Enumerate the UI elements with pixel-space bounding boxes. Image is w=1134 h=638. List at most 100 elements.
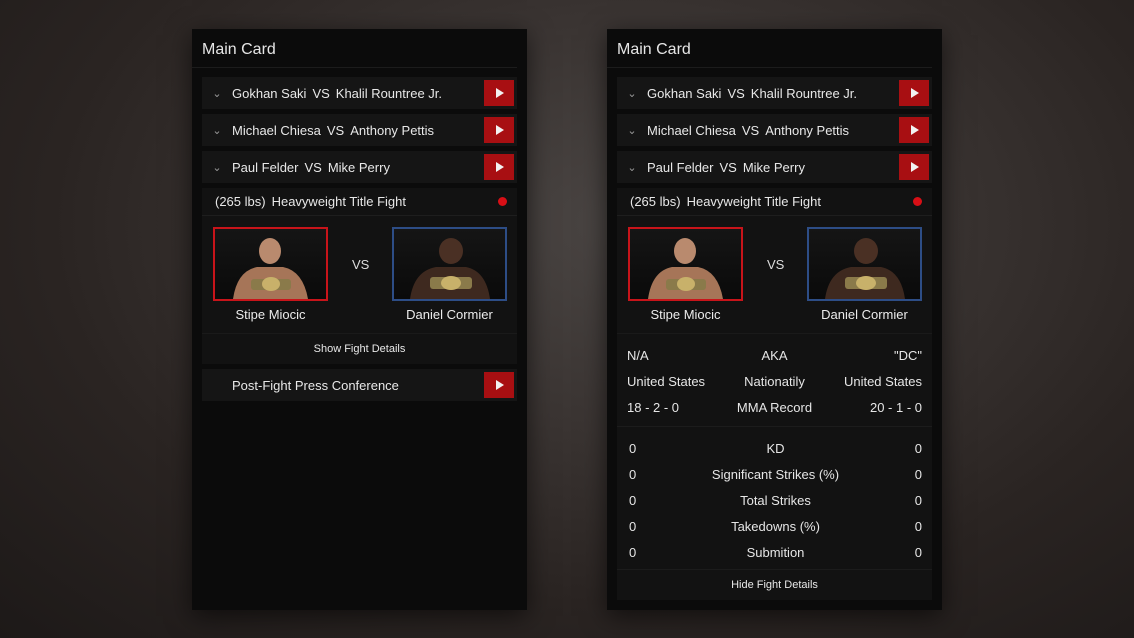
- chevron-down-icon[interactable]: ⌄: [617, 87, 647, 100]
- stat-label: Total Strikes: [740, 492, 811, 508]
- fight-row[interactable]: ⌄ Michael Chiesa VS Anthony Pettis: [617, 114, 932, 146]
- chevron-down-icon[interactable]: ⌄: [202, 161, 232, 174]
- red-fighter-photo[interactable]: [628, 227, 743, 301]
- vs-label: VS: [312, 85, 330, 101]
- stat-row: 0 Submition 0: [629, 539, 922, 565]
- live-indicator-dot: [913, 197, 922, 206]
- play-icon: [496, 125, 504, 135]
- fight-row[interactable]: ⌄ Michael Chiesa VS Anthony Pettis: [202, 114, 517, 146]
- play-button[interactable]: [899, 117, 929, 143]
- play-icon: [911, 162, 919, 172]
- blue-value: "DC": [893, 347, 922, 363]
- blue-value: 0: [914, 518, 922, 534]
- stat-label: Significant Strikes (%): [711, 466, 840, 482]
- press-conference-row[interactable]: Post-Fight Press Conference: [202, 369, 517, 401]
- play-icon: [496, 380, 504, 390]
- stat-label: Submition: [746, 544, 805, 560]
- weight-class: (265 lbs): [630, 194, 681, 209]
- blue-fighter-photo[interactable]: [392, 227, 507, 301]
- stat-row: 0 Takedowns (%) 0: [629, 513, 922, 539]
- red-fighter-name: Michael Chiesa: [647, 122, 736, 138]
- fight-row[interactable]: ⌄ Paul Felder VS Mike Perry: [617, 151, 932, 183]
- show-fight-details-button[interactable]: Show Fight Details: [202, 334, 517, 364]
- red-value: United States: [627, 373, 706, 389]
- panel-title: Main Card: [607, 29, 932, 68]
- featured-fight-header: (265 lbs) Heavyweight Title Fight: [202, 188, 517, 216]
- weight-class: (265 lbs): [215, 194, 266, 209]
- vs-label: VS: [326, 122, 345, 138]
- red-fighter-name: Gokhan Saki: [647, 85, 722, 101]
- chevron-down-icon[interactable]: ⌄: [617, 124, 647, 137]
- chevron-down-icon[interactable]: ⌄: [617, 161, 647, 174]
- blue-fighter-name: Khalil Rountree Jr.: [335, 85, 443, 101]
- main-card-panel-collapsed: Main Card ⌄ Gokhan Saki VS Khalil Rountr…: [192, 29, 527, 610]
- blue-fighter-name: Anthony Pettis: [350, 122, 435, 138]
- panel-title: Main Card: [192, 29, 517, 68]
- play-button[interactable]: [899, 154, 929, 180]
- fighter-silhouette-icon: [648, 238, 723, 299]
- red-fighter-photo[interactable]: [213, 227, 328, 301]
- blue-value: 20 - 1 - 0: [869, 399, 922, 415]
- hide-fight-details-button[interactable]: Hide Fight Details: [617, 570, 932, 600]
- live-indicator-dot: [498, 197, 507, 206]
- play-icon: [496, 162, 504, 172]
- vs-label: VS: [727, 85, 745, 101]
- blue-fighter-name: Daniel Cormier: [406, 307, 493, 322]
- red-fighter-name: Paul Felder: [647, 159, 714, 175]
- press-conference-label: Post-Fight Press Conference: [232, 377, 399, 393]
- chevron-down-icon[interactable]: ⌄: [202, 87, 232, 100]
- vs-label: VS: [352, 257, 370, 272]
- red-value: 0: [629, 492, 637, 508]
- vs-label: VS: [304, 159, 322, 175]
- vs-label: VS: [767, 257, 785, 272]
- info-label: Nationatily: [744, 373, 805, 389]
- chevron-down-icon[interactable]: ⌄: [202, 124, 232, 137]
- fight-stats-table: 0 KD 0 0 Significant Strikes (%) 0 0 Tot…: [617, 427, 932, 570]
- play-button[interactable]: [899, 80, 929, 106]
- red-fighter-name: Stipe Miocic: [650, 307, 721, 322]
- info-row: 18 - 2 - 0 MMA Record 20 - 1 - 0: [627, 394, 922, 420]
- fighter-silhouette-icon: [233, 238, 308, 299]
- fight-row[interactable]: ⌄ Gokhan Saki VS Khalil Rountree Jr.: [617, 77, 932, 109]
- play-icon: [911, 88, 919, 98]
- fighter-silhouette-icon: [410, 238, 490, 299]
- play-button[interactable]: [484, 372, 514, 398]
- fighter-matchup: VS Stipe Miocic Daniel Cormier: [202, 216, 517, 334]
- stat-row: 0 Total Strikes 0: [629, 487, 922, 513]
- play-button[interactable]: [484, 117, 514, 143]
- play-button[interactable]: [484, 154, 514, 180]
- fight-row[interactable]: ⌄ Gokhan Saki VS Khalil Rountree Jr.: [202, 77, 517, 109]
- info-label: MMA Record: [736, 399, 813, 415]
- stat-label: KD: [766, 440, 785, 456]
- bout-title: Heavyweight Title Fight: [271, 194, 406, 209]
- featured-fight: (265 lbs) Heavyweight Title Fight VS Sti…: [617, 188, 932, 600]
- blue-fighter-name: Anthony Pettis: [765, 122, 850, 138]
- blue-value: United States: [843, 373, 922, 389]
- vs-label: VS: [719, 159, 737, 175]
- blue-fighter-name: Khalil Rountree Jr.: [750, 85, 858, 101]
- bout-title: Heavyweight Title Fight: [686, 194, 821, 209]
- red-fighter-name: Stipe Miocic: [235, 307, 306, 322]
- fighter-info-table: N/A AKA "DC" United States Nationatily U…: [617, 334, 932, 427]
- red-value: 0: [629, 544, 637, 560]
- main-card-panel-expanded: Main Card ⌄ Gokhan Saki VS Khalil Rountr…: [607, 29, 942, 610]
- fight-row[interactable]: ⌄ Paul Felder VS Mike Perry: [202, 151, 517, 183]
- red-value: 0: [629, 518, 637, 534]
- fighter-matchup: VS Stipe Miocic Daniel Cormier: [617, 216, 932, 334]
- info-row: United States Nationatily United States: [627, 368, 922, 394]
- info-row: N/A AKA "DC": [627, 342, 922, 368]
- stat-row: 0 Significant Strikes (%) 0: [629, 461, 922, 487]
- red-value: N/A: [627, 347, 649, 363]
- info-label: AKA: [761, 347, 788, 363]
- red-fighter-name: Gokhan Saki: [232, 85, 307, 101]
- blue-fighter-photo[interactable]: [807, 227, 922, 301]
- featured-fight: (265 lbs) Heavyweight Title Fight VS Sti…: [202, 188, 517, 364]
- red-fighter-name: Paul Felder: [232, 159, 299, 175]
- play-icon: [911, 125, 919, 135]
- stat-label: Takedowns (%): [731, 518, 820, 534]
- stat-row: 0 KD 0: [629, 435, 922, 461]
- blue-fighter-name: Mike Perry: [327, 159, 390, 175]
- featured-fight-header: (265 lbs) Heavyweight Title Fight: [617, 188, 932, 216]
- play-button[interactable]: [484, 80, 514, 106]
- red-fighter-name: Michael Chiesa: [232, 122, 321, 138]
